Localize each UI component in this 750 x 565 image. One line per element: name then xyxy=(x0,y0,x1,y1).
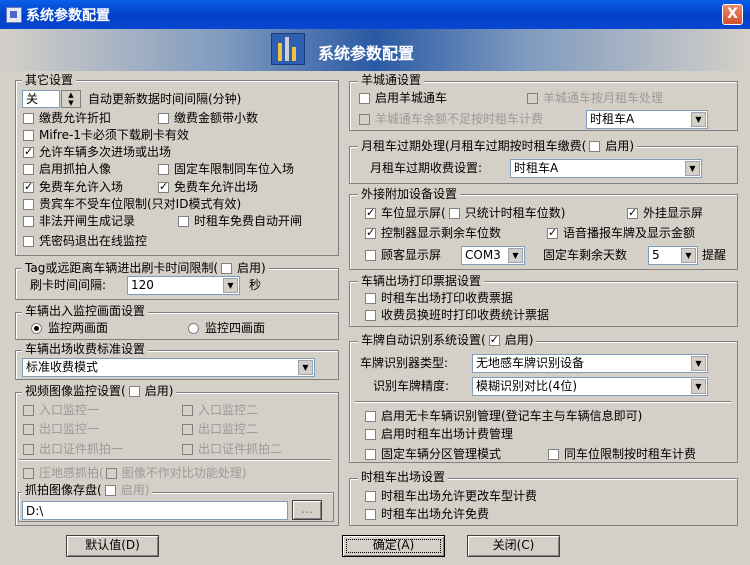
fee-standard-select[interactable]: 标准收费模式 ▼ xyxy=(22,358,315,377)
capture-path-input[interactable]: D:\ xyxy=(22,501,288,520)
chevron-down-icon: ▼ xyxy=(681,248,696,263)
capture-portrait-checkbox[interactable]: 启用抓拍人像 xyxy=(23,161,111,177)
password-exit-checkbox[interactable]: 凭密码退出在线监控 xyxy=(23,233,147,249)
accuracy-label: 识别车牌精度: xyxy=(373,379,450,393)
monthly-expire-fee-select[interactable]: 时租车A ▼ xyxy=(510,159,702,178)
monitor-legend: 车辆出入监控画面设置 xyxy=(22,303,149,319)
yangcheng-legend: 羊城通设置 xyxy=(358,72,425,88)
chevron-down-icon: ▼ xyxy=(223,278,238,293)
free-car-exit-checkbox[interactable]: 免费车允许出场 xyxy=(158,179,258,195)
chevron-down-icon: ▼ xyxy=(691,356,706,371)
entrance-monitor-2-checkbox[interactable]: 入口监控二 xyxy=(182,402,258,418)
same-space-billing-checkbox[interactable]: 同车位限制按时租车计费 xyxy=(548,446,696,462)
print-legend: 车辆出场打印票据设置 xyxy=(358,273,485,289)
no-card-recognition-checkbox[interactable]: 启用无卡车辆识别管理(登记车主与车辆信息即可) xyxy=(365,408,642,424)
fixed-car-limit-checkbox[interactable]: 固定车限制同车位入场 xyxy=(158,161,294,177)
recognizer-type-select[interactable]: 无地感车牌识别设备 ▼ xyxy=(472,354,708,373)
capture-store-checkbox[interactable] xyxy=(104,485,116,496)
vip-car-checkbox[interactable]: 贵宾车不受车位限制(只对ID模式有效) xyxy=(23,196,241,212)
voice-broadcast-checkbox[interactable]: 语音播报车牌及显示金额 xyxy=(547,225,695,241)
zone-management-checkbox[interactable]: 固定车辆分区管理模式 xyxy=(365,446,501,462)
close-button[interactable]: 关闭(C) xyxy=(467,535,560,557)
accuracy-select[interactable]: 模糊识别对比(4位) ▼ xyxy=(472,377,708,396)
mifare-checkbox[interactable]: Mifre-1卡必须下载刷卡有效 xyxy=(23,127,189,143)
exit-monitor-2-checkbox[interactable]: 出口监控二 xyxy=(182,421,258,437)
external-screen-checkbox[interactable]: 外挂显示屏 xyxy=(627,205,703,221)
update-interval-label: 自动更新数据时间间隔(分钟) xyxy=(88,92,242,106)
video-legend: 视频图像监控设置(启用) xyxy=(22,383,177,399)
update-interval-spin[interactable]: 关 xyxy=(22,90,60,108)
chevron-down-icon: ▼ xyxy=(508,248,523,263)
remaining-days-label: 固定车剩余天数 xyxy=(543,248,628,262)
print-hourly-receipt-checkbox[interactable]: 时租车出场打印收费票据 xyxy=(365,290,513,306)
config-tools-icon xyxy=(271,33,305,65)
plate-recognition-enable-checkbox[interactable] xyxy=(488,332,500,348)
tag-enable-checkbox[interactable] xyxy=(221,263,232,274)
remaining-days-select[interactable]: 5 ▼ xyxy=(648,246,698,265)
space-screen-checkbox[interactable]: 车位显示屏(只统计时租车位数) xyxy=(365,205,565,221)
plate-recognition-legend: 车牌自动识别系统设置(启用) xyxy=(358,332,537,348)
yangcheng-monthly-checkbox[interactable]: 羊城通车按月租车处理 xyxy=(527,90,663,106)
external-device-legend: 外接附加设备设置 xyxy=(358,186,461,202)
chevron-down-icon: ▼ xyxy=(691,112,706,127)
browse-button[interactable]: ... xyxy=(292,500,322,520)
discount-checkbox[interactable]: 缴费允许折扣 xyxy=(23,110,111,126)
entrance-monitor-1-checkbox[interactable]: 入口监控一 xyxy=(23,402,99,418)
customer-screen-checkbox[interactable]: 顾客显示屏 xyxy=(365,247,441,263)
capture-store-legend: 抓拍图像存盘(启用) xyxy=(22,482,153,498)
monthly-expire-enable-checkbox[interactable] xyxy=(589,141,601,152)
ok-button[interactable]: 确定(A) xyxy=(342,535,445,557)
yangcheng-type-select[interactable]: 时租车A ▼ xyxy=(586,110,708,129)
header-title: 系统参数配置 xyxy=(318,44,415,63)
change-vehicle-type-checkbox[interactable]: 时租车出场允许更改车型计费 xyxy=(365,488,537,504)
decimal-fee-checkbox[interactable]: 缴费金额带小数 xyxy=(158,110,258,126)
other-settings-legend: 其它设置 xyxy=(22,72,77,88)
close-window-button[interactable]: X xyxy=(722,4,743,25)
default-button[interactable]: 默认值(D) xyxy=(66,535,159,557)
hourly-exit-legend: 时租车出场设置 xyxy=(358,469,449,485)
exit-cert-capture-1-checkbox[interactable]: 出口证件抓拍一 xyxy=(23,441,123,457)
monitor-two-radio[interactable]: 监控两画面 xyxy=(31,320,108,336)
hourly-free-open-checkbox[interactable]: 时租车免费自动开闸 xyxy=(178,213,302,229)
chevron-down-icon: ▼ xyxy=(298,360,313,375)
recognizer-type-label: 车牌识别器类型: xyxy=(360,356,449,370)
chevron-down-icon: ▼ xyxy=(685,161,700,176)
title-bar: 系统参数配置 xyxy=(0,0,750,29)
yangcheng-insufficient-checkbox[interactable]: 羊城通车余额不足按时租车计费 xyxy=(359,111,543,127)
yangcheng-enable-checkbox[interactable]: 启用羊城通车 xyxy=(359,90,447,106)
tag-legend: Tag或远距离车辆进出刷卡时间限制(启用) xyxy=(22,260,269,276)
window-title: 系统参数配置 xyxy=(26,8,110,24)
free-car-entry-checkbox[interactable]: 免费车允许入场 xyxy=(23,179,123,195)
app-icon xyxy=(6,7,22,23)
swipe-interval-select[interactable]: 120 ▼ xyxy=(127,276,240,295)
video-enable-checkbox[interactable] xyxy=(128,386,140,397)
chevron-down-icon: ▼ xyxy=(691,379,706,394)
update-interval-value: 关 xyxy=(26,92,39,106)
monitor-four-radio[interactable]: 监控四画面 xyxy=(188,320,265,336)
swipe-interval-label: 刷卡时间间隔: xyxy=(30,278,107,292)
print-shift-stats-checkbox[interactable]: 收费员换班时打印收费统计票据 xyxy=(365,307,549,323)
divider xyxy=(355,401,731,403)
hourly-billing-management-checkbox[interactable]: 启用时租车出场计费管理 xyxy=(365,426,513,442)
multiple-entry-checkbox[interactable]: 允许车辆多次进场或出场 xyxy=(23,144,171,160)
seconds-unit: 秒 xyxy=(249,278,262,292)
monthly-expire-fee-label: 月租车过期收费设置: xyxy=(370,161,483,175)
allow-free-exit-checkbox[interactable]: 时租车出场允许免费 xyxy=(365,506,489,522)
com-port-select[interactable]: COM3 ▼ xyxy=(461,246,525,265)
ground-sense-capture-checkbox[interactable]: 压地感抓拍(图像不作对比功能处理) xyxy=(23,465,246,481)
exit-monitor-1-checkbox[interactable]: 出口监控一 xyxy=(23,421,99,437)
fee-standard-legend: 车辆出场收费标准设置 xyxy=(22,341,149,357)
illegal-open-checkbox[interactable]: 非法开闸生成记录 xyxy=(23,213,135,229)
divider xyxy=(19,459,331,461)
controller-display-checkbox[interactable]: 控制器显示剩余车位数 xyxy=(365,225,501,241)
monthly-expire-legend: 月租车过期处理(月租车过期按时租车缴费(启用) xyxy=(358,138,638,154)
remind-label: 提醒 xyxy=(702,248,727,262)
spin-arrows[interactable]: ▲ ▼ xyxy=(61,90,81,108)
exit-cert-capture-2-checkbox[interactable]: 出口证件抓拍二 xyxy=(182,441,282,457)
